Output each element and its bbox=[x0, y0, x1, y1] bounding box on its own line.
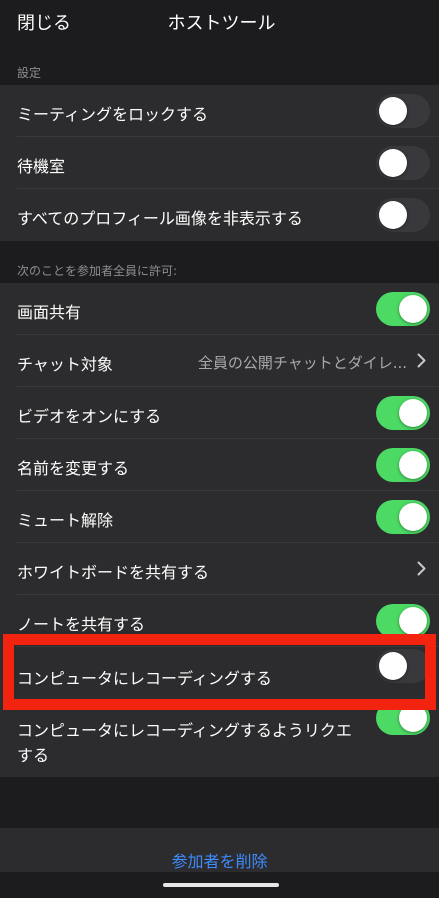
lock-meeting-row: ミーティングをロックする bbox=[0, 85, 439, 137]
unmute-label: ミュート解除 bbox=[17, 511, 114, 530]
hide-profile-pics-row: すべてのプロフィール画像を非表示する bbox=[0, 189, 439, 241]
toggle-knob bbox=[399, 451, 427, 479]
chevron-right-icon bbox=[417, 353, 426, 368]
share-whiteboard-label: ホワイトボードを共有する bbox=[17, 563, 210, 582]
rename-label: 名前を変更する bbox=[17, 459, 130, 478]
toggle-knob bbox=[379, 149, 407, 177]
waiting-room-toggle[interactable] bbox=[376, 146, 430, 180]
request-record-label-line1: コンピュータにレコーディングするようリクエ bbox=[17, 721, 352, 740]
request-record-row: コンピュータにレコーディングするようリクエ する bbox=[0, 699, 439, 777]
toggle-knob bbox=[399, 607, 427, 635]
waiting-room-label: 待機室 bbox=[17, 157, 66, 176]
toggle-knob bbox=[379, 97, 407, 125]
share-screen-label: 画面共有 bbox=[17, 303, 82, 322]
highlight-box bbox=[3, 634, 436, 710]
start-video-row: ビデオをオンにする bbox=[0, 387, 439, 439]
start-video-toggle[interactable] bbox=[376, 396, 430, 430]
toggle-knob bbox=[399, 503, 427, 531]
unmute-row: ミュート解除 bbox=[0, 491, 439, 543]
unmute-toggle[interactable] bbox=[376, 500, 430, 534]
rename-row: 名前を変更する bbox=[0, 439, 439, 491]
chat-with-row[interactable]: チャット対象 全員の公開チャットとダイレ... bbox=[0, 335, 439, 387]
share-notes-toggle[interactable] bbox=[376, 604, 430, 638]
page-title: ホストツール bbox=[167, 13, 276, 34]
home-indicator bbox=[163, 883, 279, 887]
remove-participant-button[interactable]: 参加者を削除 bbox=[0, 828, 439, 872]
share-screen-row: 画面共有 bbox=[0, 283, 439, 335]
request-record-label-line2: する bbox=[17, 746, 50, 765]
start-video-label: ビデオをオンにする bbox=[17, 407, 162, 426]
lock-meeting-label: ミーティングをロックする bbox=[17, 105, 209, 124]
nav-bar: 閉じる ホストツール bbox=[0, 0, 439, 48]
chat-with-value: 全員の公開チャットとダイレ... bbox=[197, 354, 407, 372]
lock-meeting-toggle[interactable] bbox=[376, 94, 430, 128]
toggle-knob bbox=[399, 399, 427, 427]
toggle-knob bbox=[399, 295, 427, 323]
share-whiteboard-row[interactable]: ホワイトボードを共有する bbox=[0, 543, 439, 595]
toggle-knob bbox=[379, 201, 407, 229]
waiting-room-row: 待機室 bbox=[0, 137, 439, 189]
share-screen-toggle[interactable] bbox=[376, 292, 430, 326]
hide-profile-pics-toggle[interactable] bbox=[376, 198, 430, 232]
hide-profile-pics-label: すべてのプロフィール画像を非表示する bbox=[17, 209, 303, 228]
share-notes-label: ノートを共有する bbox=[17, 615, 146, 634]
rename-toggle[interactable] bbox=[376, 448, 430, 482]
allow-section-header: 次のことを参加者全員に許可: bbox=[17, 264, 178, 278]
settings-section-header: 設定 bbox=[17, 66, 42, 80]
chat-with-label: チャット対象 bbox=[17, 355, 113, 374]
remove-participant-label: 参加者を削除 bbox=[171, 852, 268, 871]
chevron-right-icon bbox=[417, 561, 426, 576]
